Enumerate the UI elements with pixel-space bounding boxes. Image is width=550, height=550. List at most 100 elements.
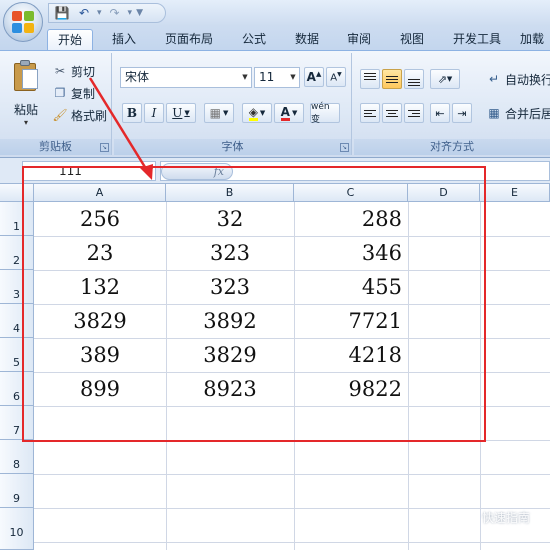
row-header-9[interactable]: 9: [0, 474, 34, 508]
row-header-2[interactable]: 2: [0, 236, 34, 270]
cell-b5[interactable]: 3829: [166, 338, 294, 372]
spreadsheet-grid: A B C D E 1 2 3 4 5 6 7 8 9 10 256 32 28…: [0, 184, 550, 550]
select-all-corner[interactable]: [0, 184, 34, 202]
chevron-down-icon[interactable]: ▼: [447, 75, 452, 83]
font-group: 宋体 ▼ 11 ▼ A▲ A▼ B I U ▼ ▦ ▼ ◈ ▼ A ▼ wén 变 字体…: [114, 53, 352, 155]
cell-a6[interactable]: 899: [34, 372, 166, 406]
cell-c2[interactable]: 346: [294, 236, 408, 270]
insert-function-button[interactable]: fx: [161, 163, 233, 180]
font-color-button[interactable]: A ▼: [274, 103, 304, 123]
chevron-down-icon[interactable]: ▼: [223, 109, 228, 117]
cell-c5[interactable]: 4218: [294, 338, 408, 372]
cell-a2[interactable]: 23: [34, 236, 166, 270]
chevron-down-icon[interactable]: ▾: [97, 8, 102, 18]
name-box[interactable]: 111 ▼: [22, 161, 156, 181]
borders-button[interactable]: ▦ ▼: [204, 103, 234, 123]
decrease-indent-icon: ⇤: [435, 106, 445, 120]
align-center-button[interactable]: [382, 103, 402, 123]
row-header-7[interactable]: 7: [0, 406, 34, 440]
tab-formulas[interactable]: 公式: [234, 29, 274, 50]
cell-a4[interactable]: 3829: [34, 304, 166, 338]
tab-page-layout[interactable]: 页面布局: [156, 29, 222, 50]
align-right-button[interactable]: [404, 103, 424, 123]
cell-a5[interactable]: 389: [34, 338, 166, 372]
fill-color-button[interactable]: ◈ ▼: [242, 103, 272, 123]
align-left-button[interactable]: [360, 103, 380, 123]
cell-b1[interactable]: 32: [166, 202, 294, 236]
format-painter-label: 格式刷: [71, 108, 108, 123]
chevron-down-icon[interactable]: ▼: [260, 109, 265, 117]
column-header-c[interactable]: C: [294, 184, 408, 202]
bold-button[interactable]: B: [122, 103, 142, 123]
cell-a3[interactable]: 132: [34, 270, 166, 304]
row-header-5[interactable]: 5: [0, 338, 34, 372]
paste-button[interactable]: 粘贴 ▾: [6, 59, 46, 139]
tab-insert[interactable]: 插入: [104, 29, 144, 50]
tab-view[interactable]: 视图: [392, 29, 432, 50]
underline-button[interactable]: U ▼: [166, 103, 196, 123]
save-icon[interactable]: 💾: [53, 5, 71, 21]
chevron-down-icon[interactable]: ▾: [6, 118, 46, 127]
gridline: [34, 406, 550, 407]
font-name-combo[interactable]: 宋体 ▼: [120, 67, 252, 88]
cut-button[interactable]: ✂ 剪切: [52, 61, 95, 81]
column-header-d[interactable]: D: [408, 184, 480, 202]
chevron-down-icon[interactable]: ▼: [147, 162, 153, 180]
tab-home[interactable]: 开始: [47, 29, 93, 50]
row-header-4[interactable]: 4: [0, 304, 34, 338]
ribbon-tab-bar: 开始 插入 页面布局 公式 数据 审阅 视图 开发工具 加载: [0, 26, 550, 50]
column-header-a[interactable]: A: [34, 184, 166, 202]
row-header-8[interactable]: 8: [0, 440, 34, 474]
cell-c1[interactable]: 288: [294, 202, 408, 236]
shrink-font-button[interactable]: A▼: [326, 67, 346, 87]
row-header-6[interactable]: 6: [0, 372, 34, 406]
chevron-down-icon[interactable]: ▼: [184, 109, 189, 117]
align-bottom-button[interactable]: [404, 69, 424, 89]
row-header-10[interactable]: 10: [0, 508, 34, 550]
phonetic-guide-button[interactable]: wén 变: [310, 102, 340, 125]
customize-qat-icon[interactable]: ▼: [136, 8, 143, 18]
align-middle-button[interactable]: [382, 69, 402, 89]
tab-developer[interactable]: 开发工具: [444, 29, 510, 50]
dialog-launcher-icon[interactable]: ↘: [340, 143, 349, 152]
copy-button[interactable]: ❐ 复制: [52, 83, 95, 103]
grow-font-button[interactable]: A▲: [304, 67, 324, 87]
chevron-down-icon[interactable]: ▼: [292, 109, 297, 117]
row-header-3[interactable]: 3: [0, 270, 34, 304]
chevron-down-icon[interactable]: ▼: [239, 68, 251, 87]
borders-icon: ▦: [209, 106, 221, 120]
row-header-1[interactable]: 1: [0, 202, 34, 236]
dialog-launcher-icon[interactable]: ↘: [100, 143, 109, 152]
redo-icon[interactable]: ↷: [106, 5, 124, 21]
tab-addins[interactable]: 加载: [520, 29, 550, 50]
gridline: [34, 474, 550, 475]
cell-c4[interactable]: 7721: [294, 304, 408, 338]
cell-b4[interactable]: 3892: [166, 304, 294, 338]
chevron-down-icon[interactable]: ▼: [287, 68, 299, 87]
orientation-button[interactable]: ⇗ ▼: [430, 69, 460, 89]
align-top-button[interactable]: [360, 69, 380, 89]
merge-center-button[interactable]: ▦ 合并后居: [486, 103, 550, 123]
column-header-b[interactable]: B: [166, 184, 294, 202]
column-header-e[interactable]: E: [480, 184, 550, 202]
cell-c3[interactable]: 455: [294, 270, 408, 304]
wrap-text-button[interactable]: ↵ 自动换行: [486, 69, 550, 89]
decrease-indent-button[interactable]: ⇤: [430, 103, 450, 123]
italic-button[interactable]: I: [144, 103, 164, 123]
tab-review[interactable]: 审阅: [339, 29, 379, 50]
cell-b2[interactable]: 323: [166, 236, 294, 270]
undo-icon[interactable]: ↶: [75, 5, 93, 21]
cell-a1[interactable]: 256: [34, 202, 166, 236]
tab-data[interactable]: 数据: [287, 29, 327, 50]
cell-b3[interactable]: 323: [166, 270, 294, 304]
formula-input[interactable]: fx: [160, 161, 550, 181]
format-painter-button[interactable]: 🖌 格式刷: [52, 105, 107, 125]
font-size-combo[interactable]: 11 ▼: [254, 67, 300, 88]
office-button[interactable]: [3, 2, 43, 42]
alignment-group-label: 对齐方式: [354, 139, 550, 155]
increase-indent-button[interactable]: ⇥: [452, 103, 472, 123]
chevron-down-icon[interactable]: ▾: [128, 8, 133, 18]
cell-c6[interactable]: 9822: [294, 372, 408, 406]
cell-b6[interactable]: 8923: [166, 372, 294, 406]
font-color-icon: A: [280, 104, 290, 121]
